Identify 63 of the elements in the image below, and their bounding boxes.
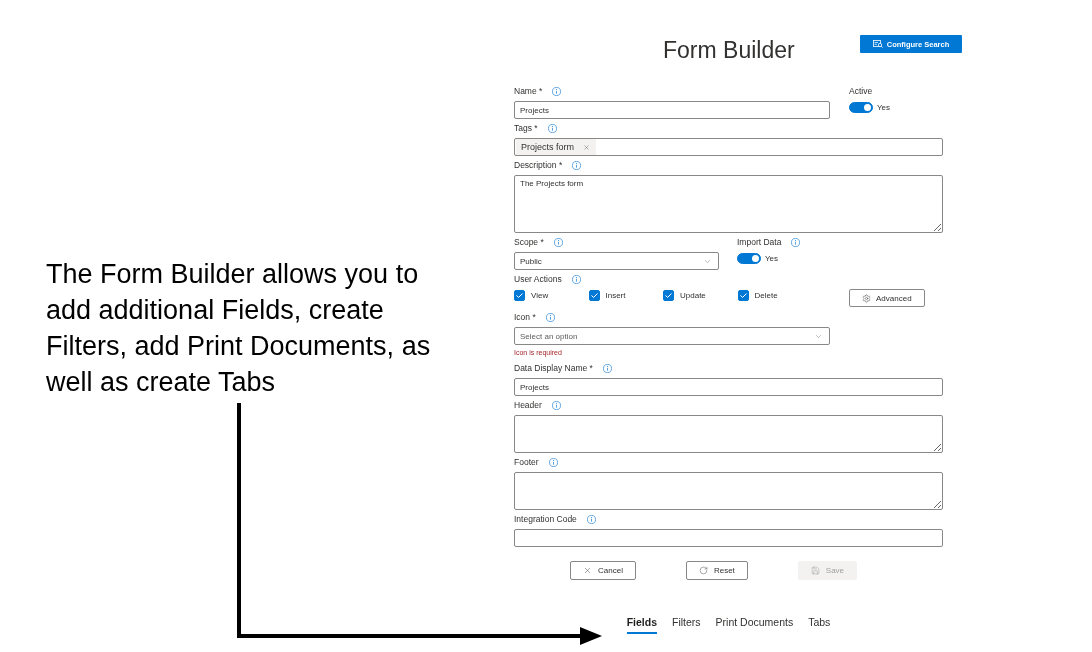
text-area[interactable] xyxy=(514,415,943,453)
field-label: User Actions xyxy=(514,274,562,284)
save-icon xyxy=(810,566,820,575)
field-label: Scope * xyxy=(514,237,544,247)
checkmark-icon xyxy=(739,293,747,298)
info-icon xyxy=(572,160,582,170)
toggle-switch[interactable] xyxy=(737,253,761,264)
text-area[interactable] xyxy=(514,472,943,510)
field-label: Description * xyxy=(514,160,563,170)
toggle-switch[interactable] xyxy=(849,102,873,113)
text-input[interactable]: Projects xyxy=(514,101,830,119)
checkbox[interactable] xyxy=(588,290,600,301)
list-search-icon xyxy=(872,40,883,48)
field-label: Footer xyxy=(514,457,539,467)
field-label: Integration Code xyxy=(514,514,577,524)
info-icon xyxy=(547,123,557,133)
info-icon xyxy=(545,312,555,322)
info-icon xyxy=(571,274,581,284)
field-label: Tags * xyxy=(514,123,538,133)
text-input[interactable] xyxy=(514,529,943,547)
tab[interactable]: Fields xyxy=(626,612,657,634)
advanced-button[interactable]: Advanced xyxy=(849,289,925,307)
field-label: Active xyxy=(849,86,873,96)
checkmark-icon xyxy=(516,293,523,298)
checkbox[interactable] xyxy=(514,290,525,301)
checkbox-label: View xyxy=(531,291,549,300)
checkmark-icon xyxy=(665,293,672,298)
field-label: Icon * xyxy=(514,312,536,322)
cancel-button[interactable]: Cancel xyxy=(570,561,636,580)
dropdown[interactable]: Select an option xyxy=(514,327,830,345)
checkbox-label: Update xyxy=(680,291,706,300)
dropdown[interactable]: Public xyxy=(514,252,719,270)
checkbox[interactable] xyxy=(663,290,674,301)
refresh-icon xyxy=(698,566,708,575)
settings-icon xyxy=(862,293,871,303)
field-label: Name * xyxy=(514,86,543,96)
tab[interactable]: Print Documents xyxy=(715,612,794,634)
info-icon xyxy=(791,237,801,247)
info-icon xyxy=(552,86,562,96)
field-label: Data Display Name * xyxy=(514,363,593,373)
checkbox-label: Delete xyxy=(754,291,778,300)
checkmark-icon xyxy=(590,293,598,298)
field-label: Import Data xyxy=(737,237,782,247)
info-icon xyxy=(553,237,563,247)
reset-button[interactable]: Reset xyxy=(685,561,748,580)
info-icon xyxy=(551,400,561,410)
callout-text: The Form Builder allows you to add additional Fields, create Filters, add Print Documents, as well as create Tabs xyxy=(46,258,432,399)
tab[interactable]: Filters xyxy=(671,612,701,634)
field-label: Header xyxy=(514,400,542,410)
toggle-label: Yes xyxy=(877,103,891,112)
tab[interactable]: Tabs xyxy=(808,612,831,634)
checkbox-label: Insert xyxy=(605,291,626,300)
page-title: Form Builder xyxy=(663,36,795,64)
text-input[interactable]: Projects xyxy=(514,378,943,396)
info-icon xyxy=(548,457,558,467)
info-icon xyxy=(602,363,612,373)
tags-input[interactable]: Projects form xyxy=(514,138,943,156)
tag-label: Projects form xyxy=(521,142,574,152)
info-icon xyxy=(586,514,596,524)
text-area[interactable]: The Projects form xyxy=(514,175,943,233)
close-icon xyxy=(583,566,592,575)
toggle-label: Yes xyxy=(765,254,779,263)
checkbox[interactable] xyxy=(737,290,749,301)
